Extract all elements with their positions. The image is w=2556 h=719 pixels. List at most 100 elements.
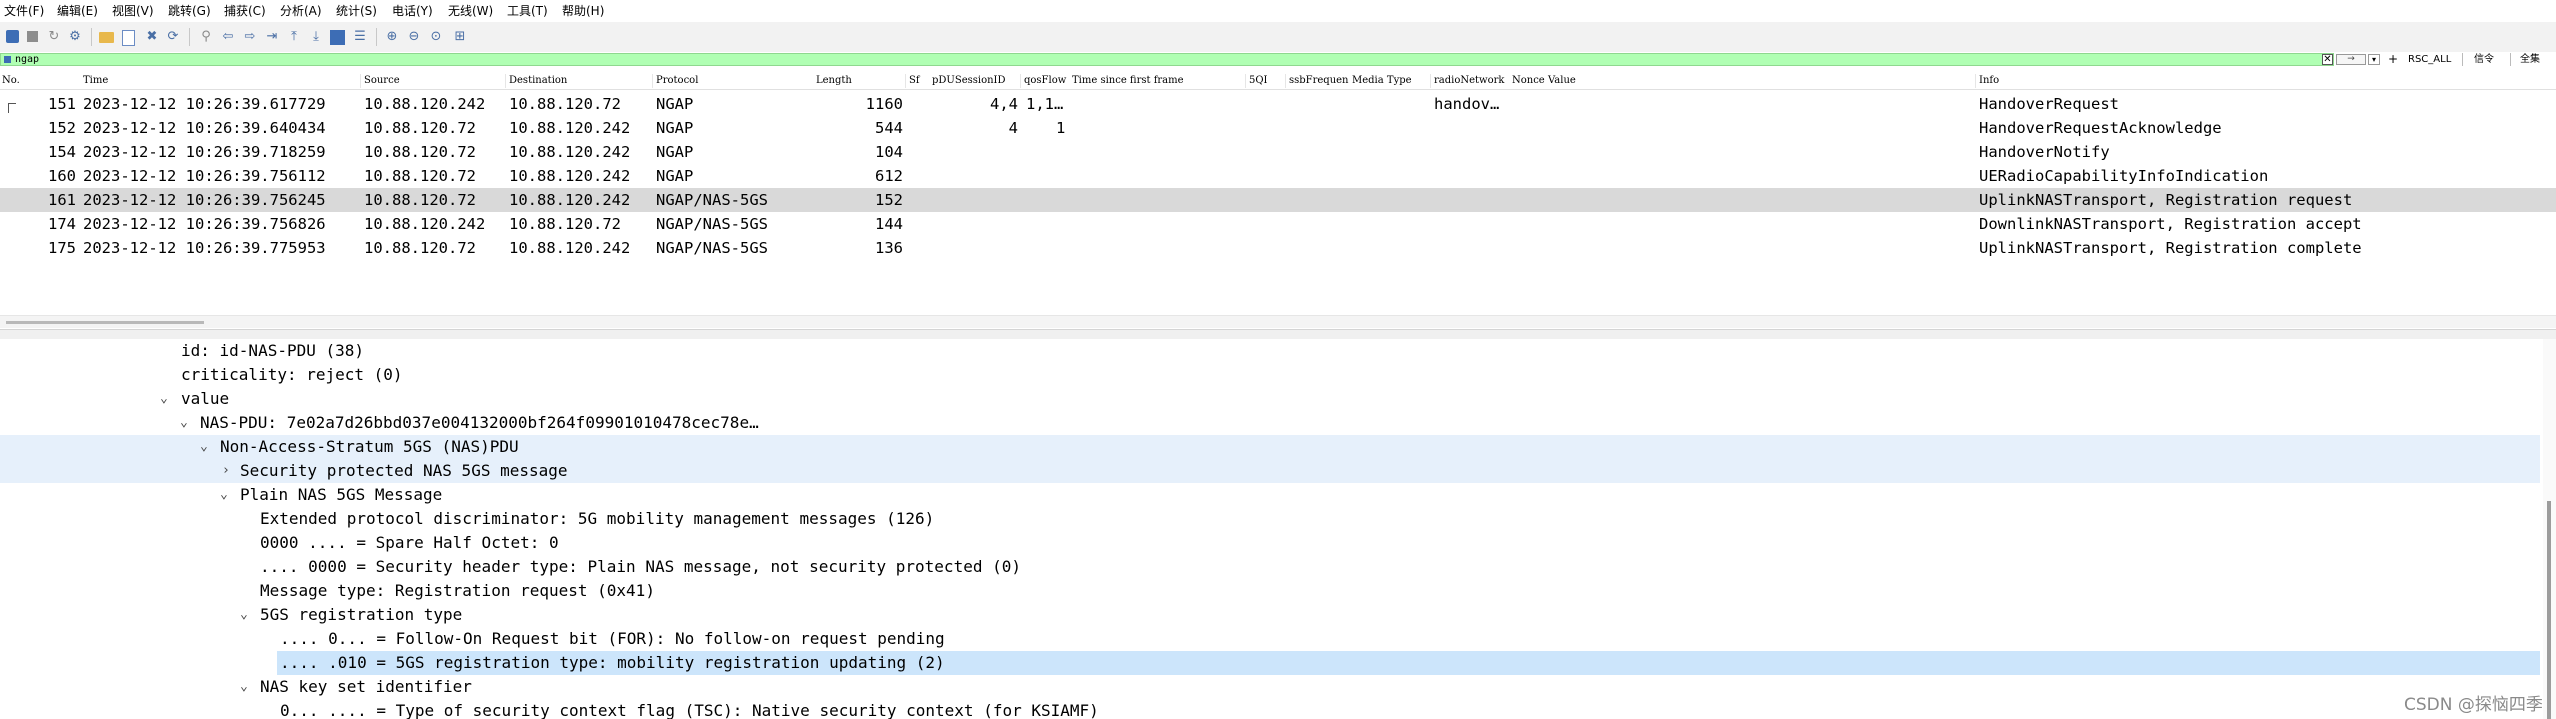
packet-protocol: NGAP (656, 95, 694, 113)
menu-view[interactable]: 视图(V) (112, 1, 154, 21)
menu-capture[interactable]: 捕获(C) (224, 1, 266, 21)
tree-row[interactable]: 0... .... = Type of security context fla… (0, 699, 2540, 719)
filter-button-all[interactable]: 全集 (2520, 54, 2540, 66)
capture-options-icon[interactable]: ⚙ (67, 29, 83, 45)
column-header-destination[interactable]: Destination (509, 73, 567, 89)
column-header-radionetwork[interactable]: radioNetwork (1434, 73, 1504, 89)
column-header-no[interactable]: No. (2, 73, 20, 89)
resize-columns-icon[interactable]: ⊞ (452, 29, 468, 45)
packet-row[interactable]: 154 2023-12-12 10:26:39.718259 10.88.120… (0, 140, 2556, 164)
column-header-time-since-first[interactable]: Time since first frame (1072, 73, 1184, 89)
column-header-qosflow[interactable]: qosFlow (1024, 73, 1066, 89)
go-back-icon[interactable]: ⇦ (220, 29, 236, 45)
apply-filter-button[interactable]: → (2336, 54, 2366, 65)
column-header-ssbfrequen[interactable]: ssbFrequen (1289, 73, 1349, 89)
menu-go[interactable]: 跳转(G) (168, 1, 211, 21)
tree-row-selected[interactable]: .... .010 = 5GS registration type: mobil… (277, 651, 2540, 675)
column-header-source[interactable]: Source (364, 73, 400, 89)
reload-file-icon[interactable]: ⟳ (165, 29, 181, 45)
packet-row[interactable]: 175 2023-12-12 10:26:39.775953 10.88.120… (0, 236, 2556, 260)
packet-info: DownlinkNASTransport, Registration accep… (1979, 215, 2362, 233)
menu-analyze[interactable]: 分析(A) (280, 1, 322, 21)
menu-file[interactable]: 文件(F) (4, 1, 44, 21)
close-file-icon[interactable]: ✖ (144, 29, 160, 45)
tree-row[interactable]: id: id-NAS-PDU (38) (0, 339, 2540, 363)
first-packet-icon[interactable]: ⤒ (286, 29, 302, 45)
packet-source: 10.88.120.72 (364, 191, 476, 209)
chevron-right-icon[interactable]: › (222, 459, 230, 483)
open-file-icon[interactable] (99, 32, 114, 43)
tree-row[interactable]: Message type: Registration request (0x41… (0, 579, 2540, 603)
packet-no: 160 (48, 167, 76, 185)
chevron-down-icon[interactable]: ⌄ (180, 411, 188, 435)
zoom-in-icon[interactable]: ⊕ (384, 29, 400, 45)
menu-help[interactable]: 帮助(H) (562, 1, 604, 21)
tree-row[interactable]: 0000 .... = Spare Half Octet: 0 (0, 531, 2540, 555)
stop-capture-icon[interactable] (27, 31, 38, 42)
column-header-value[interactable]: Value (1548, 73, 1576, 89)
menu-telephony[interactable]: 电话(Y) (392, 1, 433, 21)
column-header-nonce[interactable]: Nonce (1512, 73, 1545, 89)
tree-row[interactable]: ⌄ Plain NAS 5GS Message (0, 483, 2540, 507)
tree-row[interactable]: ⌄ NAS key set identifier (0, 675, 2540, 699)
chevron-down-icon[interactable]: ⌄ (200, 435, 208, 459)
packet-time: 2023-12-12 10:26:39.617729 (83, 95, 326, 113)
details-vertical-scrollbar[interactable] (2543, 339, 2556, 719)
column-header-info[interactable]: Info (1979, 73, 1999, 89)
chevron-down-icon[interactable]: ⌄ (160, 387, 168, 411)
tree-row[interactable]: › Security protected NAS 5GS message (0, 459, 2540, 483)
column-header-sf[interactable]: Sf (909, 73, 920, 89)
packet-row[interactable]: 151 2023-12-12 10:26:39.617729 10.88.120… (0, 92, 2556, 116)
packet-length: 1160 (865, 95, 903, 113)
menu-wireless[interactable]: 无线(W) (448, 1, 493, 21)
add-filter-button-icon[interactable]: + (2388, 52, 2398, 66)
chevron-down-icon[interactable]: ⌄ (240, 603, 248, 627)
restart-capture-icon[interactable]: ↻ (46, 29, 62, 45)
menu-statistics[interactable]: 统计(S) (336, 1, 377, 21)
go-to-packet-icon[interactable]: ⇥ (264, 29, 280, 45)
tree-row[interactable]: ⌄ value (0, 387, 2540, 411)
tree-row[interactable]: ⌄ NAS-PDU: 7e02a7d26bbd037e004132000bf26… (0, 411, 2540, 435)
column-header-media-type[interactable]: Media Type (1352, 73, 1412, 89)
start-capture-icon[interactable] (6, 30, 19, 43)
tree-row[interactable]: .... 0... = Follow-On Request bit (FOR):… (0, 627, 2540, 651)
column-separator (652, 74, 653, 88)
menu-tools[interactable]: 工具(T) (507, 1, 548, 21)
filter-button-rsc-all[interactable]: RSC_ALL (2408, 54, 2451, 66)
zoom-out-icon[interactable]: ⊖ (406, 29, 422, 45)
packet-row[interactable]: 152 2023-12-12 10:26:39.640434 10.88.120… (0, 116, 2556, 140)
scrollbar-thumb[interactable] (2547, 501, 2551, 719)
column-header-pdusessionid[interactable]: pDUSessionID (932, 73, 1006, 89)
packet-source: 10.88.120.72 (364, 239, 476, 257)
column-header-time[interactable]: Time (83, 73, 108, 89)
packet-row[interactable]: 160 2023-12-12 10:26:39.756112 10.88.120… (0, 164, 2556, 188)
packet-list-horizontal-scrollbar[interactable] (0, 315, 2556, 328)
tree-row[interactable]: criticality: reject (0) (0, 363, 2540, 387)
colorize-icon[interactable]: ☰ (352, 29, 368, 45)
auto-scroll-icon[interactable] (330, 30, 345, 45)
tree-row[interactable]: ⌄ 5GS registration type (0, 603, 2540, 627)
tree-row[interactable]: Extended protocol discriminator: 5G mobi… (0, 507, 2540, 531)
column-header-5qi[interactable]: 5QI (1249, 73, 1268, 89)
tree-row[interactable]: ⌄ Non-Access-Stratum 5GS (NAS)PDU (0, 435, 2540, 459)
tree-row[interactable]: .... 0000 = Security header type: Plain … (0, 555, 2540, 579)
menu-edit[interactable]: 编辑(E) (57, 1, 98, 21)
filter-history-dropdown[interactable]: ▾ (2368, 54, 2380, 65)
packet-row[interactable]: 174 2023-12-12 10:26:39.756826 10.88.120… (0, 212, 2556, 236)
column-header-length[interactable]: Length (816, 73, 852, 89)
packet-row-selected[interactable]: 161 2023-12-12 10:26:39.756245 10.88.120… (0, 188, 2556, 212)
find-packet-icon[interactable]: ⚲ (198, 29, 214, 45)
chevron-down-icon[interactable]: ⌄ (220, 483, 228, 507)
clear-filter-icon[interactable]: ✕ (2322, 54, 2333, 65)
last-packet-icon[interactable]: ⤓ (308, 29, 324, 45)
filter-button-signaling[interactable]: 信令 (2474, 54, 2494, 66)
scrollbar-thumb[interactable] (6, 321, 204, 324)
save-file-icon[interactable] (122, 30, 135, 46)
column-header-protocol[interactable]: Protocol (656, 73, 698, 89)
normal-size-icon[interactable]: ⊙ (428, 29, 444, 45)
chevron-down-icon[interactable]: ⌄ (240, 675, 248, 699)
go-forward-icon[interactable]: ⇨ (242, 29, 258, 45)
packet-protocol: NGAP (656, 167, 694, 185)
display-filter-input[interactable]: ngap (0, 53, 2334, 66)
packet-list: 151 2023-12-12 10:26:39.617729 10.88.120… (0, 90, 2556, 315)
